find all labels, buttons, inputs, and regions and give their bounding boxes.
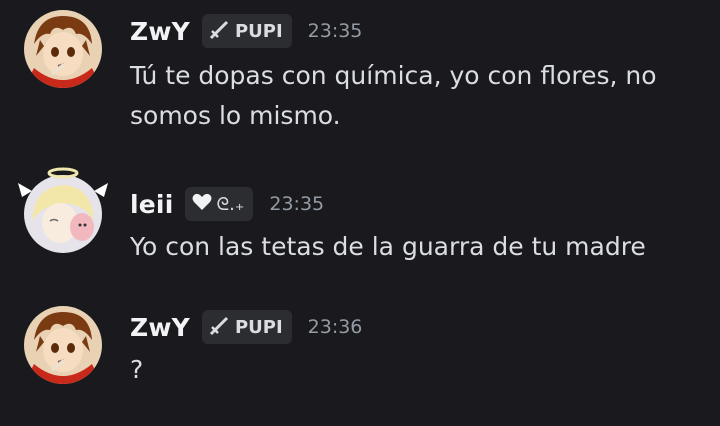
role-tag[interactable]: PUPI [201, 310, 292, 344]
anime-boy-avatar-image [24, 306, 102, 384]
sword-icon [209, 18, 231, 45]
angel-girl-avatar-image [18, 167, 108, 253]
role-tag-label: ᘓ.₊ [216, 193, 245, 215]
message-text: Tú te dopas con química, yo con flores, … [130, 61, 657, 130]
timestamp: 23:35 [269, 193, 325, 215]
message-text: ? [130, 355, 144, 384]
message-header: ZwY PUPI 23:36 [130, 310, 362, 344]
anime-boy-avatar-image [24, 10, 102, 88]
message-text: Yo con las tetas de la guarra de tu madr… [130, 232, 646, 261]
avatar[interactable] [24, 306, 102, 384]
heart-icon [192, 193, 212, 216]
timestamp: 23:36 [307, 316, 363, 338]
username[interactable]: ZwY [130, 313, 190, 342]
role-tag[interactable]: PUPI [201, 14, 292, 48]
role-tag-label: PUPI [234, 316, 283, 338]
message-header: ZwY PUPI 23:35 [130, 14, 362, 48]
role-tag[interactable]: ᘓ.₊ [185, 187, 254, 221]
message-header: leii ᘓ.₊ 23:35 [130, 187, 324, 221]
sword-icon [209, 314, 231, 341]
message: ZwY PUPI 23:35 Tú te dopas con química, … [0, 0, 720, 150]
timestamp: 23:35 [307, 20, 363, 42]
message: leii ᘓ.₊ 23:35 Yo con las tetas de la gu… [0, 165, 720, 275]
role-tag-label: PUPI [234, 20, 283, 42]
message: ZwY PUPI 23:36 ? [0, 296, 720, 426]
username[interactable]: leii [130, 190, 173, 219]
username[interactable]: ZwY [130, 17, 190, 46]
avatar[interactable] [24, 10, 102, 88]
avatar[interactable] [18, 167, 108, 253]
